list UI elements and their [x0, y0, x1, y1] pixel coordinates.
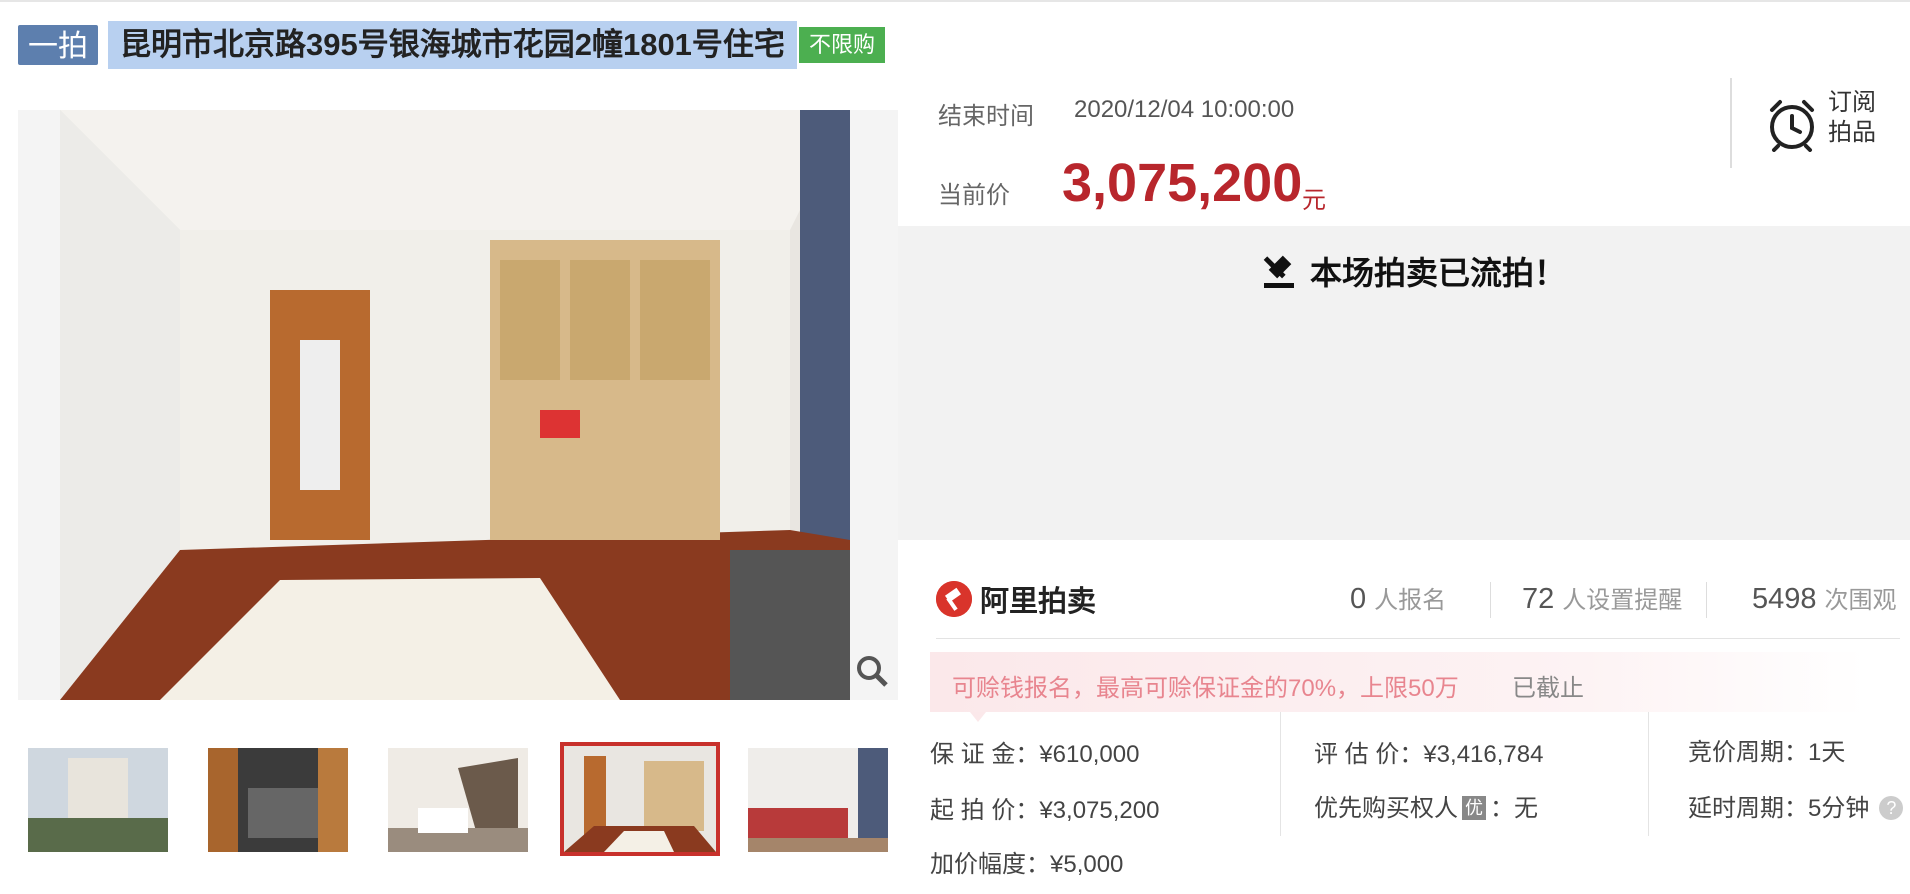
view-label: 次围观 [1824, 587, 1897, 614]
signup-count: 0 人报名 [1350, 580, 1446, 616]
detail-column-divider [1648, 712, 1649, 836]
view-count: 5498 次围观 [1752, 580, 1897, 616]
gavel-icon [1263, 255, 1294, 288]
page-title: 昆明市北京路395号银海城市花园2幢1801号住宅 [108, 21, 797, 69]
view-number: 5498 [1752, 583, 1817, 615]
thumbnail-5[interactable] [748, 748, 888, 852]
current-price-value: 3,075,200 [1062, 153, 1303, 213]
subscribe-label-line1: 订阅 [1828, 89, 1876, 116]
round-tag: 一拍 [18, 25, 98, 65]
current-price-label: 当前价 [938, 182, 1010, 209]
detail-column-divider [1280, 712, 1281, 836]
brand-name: 阿里拍卖 [980, 586, 1097, 618]
reminder-label: 人设置提醒 [1562, 587, 1683, 614]
magnifier-icon[interactable] [850, 654, 894, 698]
bid-cycle-info: 竞价周期：1天 [1688, 739, 1846, 766]
main-image-viewer[interactable] [18, 110, 898, 700]
thumbnail-4-selected[interactable] [560, 742, 720, 856]
end-time-value: 2020/12/04 10:00:00 [1074, 96, 1295, 123]
thumbnail-3[interactable] [388, 748, 528, 852]
auction-status-panel: 本场拍卖已流拍！ [898, 226, 1910, 540]
appraisal-info: 评 估 价：¥3,416,784 [1314, 741, 1544, 768]
current-price-unit: 元 [1302, 187, 1326, 214]
purchase-policy-badge: 不限购 [798, 27, 885, 63]
alarm-clock-icon[interactable] [1764, 96, 1820, 152]
stat-divider [1706, 582, 1707, 618]
reminder-number: 72 [1522, 583, 1555, 615]
start-price-info: 起 拍 价：¥3,075,200 [930, 797, 1160, 824]
extension-cycle-info: 延时周期：5分钟? [1688, 788, 1904, 823]
end-time-label: 结束时间 [938, 103, 1034, 130]
top-border [0, 0, 1910, 2]
stat-divider [1490, 582, 1491, 618]
priority-buyer-value: ：无 [1490, 795, 1538, 822]
priority-buyer-label: 优先购买权人 [1314, 795, 1458, 822]
increment-info: 加价幅度：¥5,000 [930, 851, 1124, 878]
header-divider [1730, 78, 1732, 168]
thumbnail-2[interactable] [208, 748, 348, 852]
help-icon[interactable]: ? [1879, 796, 1904, 820]
deposit-info: 保 证 金：¥610,000 [930, 741, 1140, 768]
auction-logo-icon [936, 581, 972, 617]
credit-signup-notice: 可赊钱报名，最高可赊保证金的70%，上限50万 已截止 [930, 652, 1866, 712]
main-photo [60, 110, 850, 700]
thumbnail-1[interactable] [28, 748, 168, 852]
subscribe-button[interactable]: 订阅 拍品 [1828, 88, 1876, 148]
reminder-count: 72 人设置提醒 [1522, 580, 1682, 616]
notice-state: 已截止 [1512, 675, 1584, 702]
thumbnail-strip [18, 742, 898, 862]
notice-pointer [970, 712, 986, 722]
brand: 阿里拍卖 [936, 578, 1096, 620]
stats-separator [936, 638, 1900, 639]
subscribe-label-line2: 拍品 [1828, 119, 1876, 146]
status-line: 本场拍卖已流拍！ [1258, 248, 1566, 294]
title-row: 一拍 昆明市北京路395号银海城市花园2幢1801号住宅 不限购 [18, 20, 885, 70]
signup-number: 0 [1350, 583, 1367, 615]
notice-text: 可赊钱报名，最高可赊保证金的70%，上限50万 [952, 675, 1459, 702]
extension-cycle-text: 延时周期：5分钟 [1688, 795, 1870, 822]
priority-badge: 优 [1462, 796, 1486, 820]
auction-status-text: 本场拍卖已流拍！ [1310, 255, 1567, 291]
priority-buyer-info: 优先购买权人优：无 [1314, 788, 1538, 823]
signup-label: 人报名 [1374, 587, 1447, 614]
